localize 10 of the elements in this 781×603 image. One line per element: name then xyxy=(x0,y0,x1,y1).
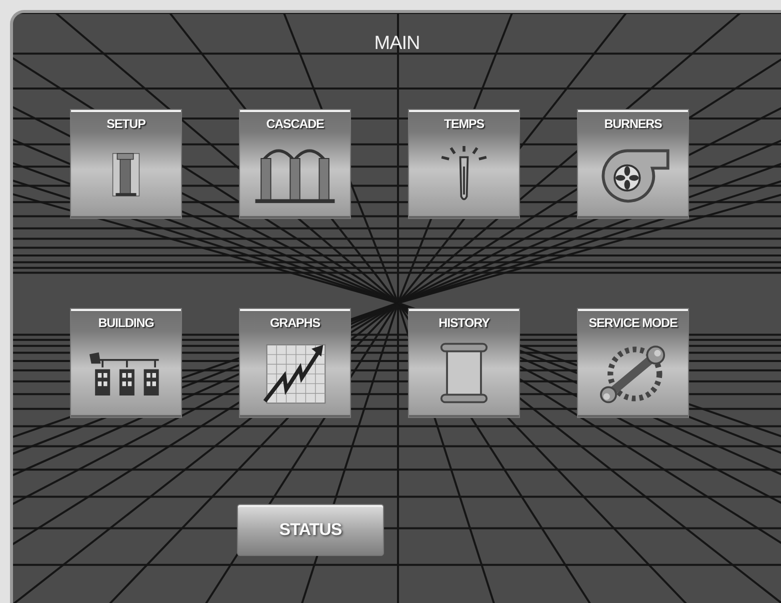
menu-tile[interactable]: CASCADE xyxy=(239,109,351,219)
screen-title: MAIN xyxy=(374,33,420,55)
status-button[interactable]: STATUS xyxy=(237,504,384,556)
menu-tile[interactable]: GRAPHS xyxy=(239,308,351,418)
menu-tile[interactable]: HISTORY xyxy=(408,308,520,418)
menu-tile[interactable]: TEMPS xyxy=(408,109,520,219)
menu-tile[interactable]: BURNERS xyxy=(577,109,689,219)
menu-tile[interactable]: SETUP xyxy=(70,109,182,219)
menu-tile[interactable]: BUILDING xyxy=(70,308,182,418)
menu-tile[interactable]: SERVICE MODE xyxy=(577,308,689,418)
